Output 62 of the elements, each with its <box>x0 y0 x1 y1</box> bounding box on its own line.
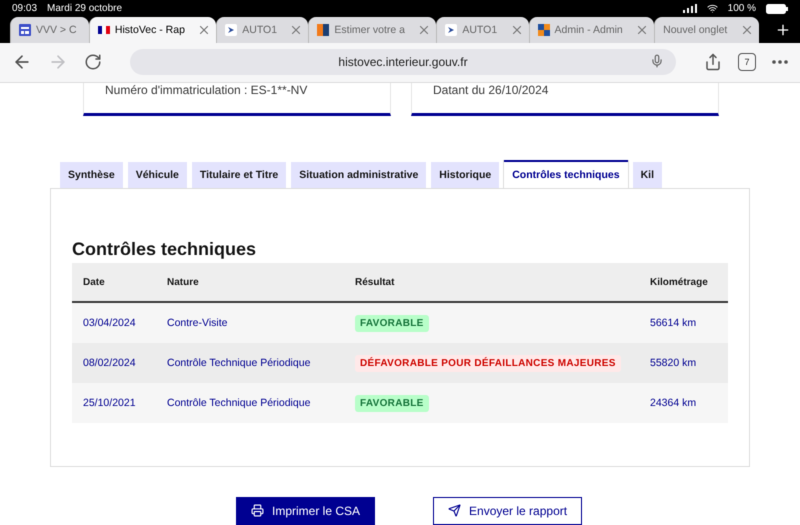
column-header: Date <box>83 276 106 288</box>
square-logo-icon <box>317 24 330 36</box>
send-button[interactable]: Envoyer le rapport <box>433 496 582 525</box>
date-cell-text: 25/10/2021 <box>83 397 137 410</box>
nature-cell-text: Contrôle Technique Périodique <box>167 397 312 410</box>
tab-title: Admin - Admin <box>554 24 624 36</box>
result-badge: FAVORABLE <box>355 394 429 412</box>
date-cell-text: 03/04/2024 <box>83 317 137 330</box>
section-tab[interactable]: Véhicule <box>128 162 187 188</box>
reload-button[interactable] <box>84 53 102 72</box>
browser-tab[interactable]: Admin - Admin <box>528 17 654 44</box>
tab-title: AUTO1 <box>242 24 278 36</box>
battery-percent: 100 % <box>728 3 756 14</box>
date-text: Mardi 29 octobre <box>47 3 122 14</box>
section-tab[interactable]: Historique <box>431 162 500 188</box>
address-bar[interactable]: histovec.interieur.gouv.fr <box>130 49 676 76</box>
tab-count-button[interactable]: 7 <box>738 53 756 72</box>
flag-icon <box>98 26 110 34</box>
microphone-icon[interactable] <box>650 54 664 68</box>
section-title: Contrôles techniques <box>72 239 258 260</box>
section-tab[interactable]: Synthèse <box>60 162 123 188</box>
arrow-logo-icon <box>225 24 238 36</box>
card-text: Datant du 26/10/2024 <box>433 82 548 97</box>
column-header: Kilométrage <box>650 276 709 288</box>
clock-time: 09:03 <box>12 3 38 14</box>
arrow-logo-icon <box>445 24 458 36</box>
result-badge: FAVORABLE <box>355 314 429 332</box>
browser-tab[interactable]: VVV > C <box>10 17 89 44</box>
more-icon <box>772 60 788 64</box>
section-tab[interactable]: Contrôles techniques <box>504 160 628 188</box>
tab-title: VVV > C <box>36 24 78 36</box>
date-cell-text: 08/02/2024 <box>83 357 137 370</box>
signal-icon <box>682 4 697 14</box>
nature-cell-text: Contre-Visite <box>167 317 228 330</box>
grid-icon <box>19 24 31 36</box>
section-tab[interactable]: Situation administrative <box>291 162 426 188</box>
browser-tab[interactable]: AUTO1 <box>436 17 528 44</box>
nature-cell-text: Contrôle Technique Périodique <box>167 357 312 370</box>
section-tab[interactable]: Titulaire et Titre <box>192 162 286 188</box>
mileage-cell-text: 55820 km <box>650 357 698 370</box>
result-badge: DÉFAVORABLE POUR DÉFAILLANCES MAJEURES <box>355 354 621 372</box>
battery-icon <box>766 4 788 14</box>
tab-title: Nouvel onglet <box>663 24 728 36</box>
browser-tab[interactable]: Estimer votre a <box>308 17 436 44</box>
more-button[interactable] <box>772 60 788 64</box>
section-tab[interactable]: Kil <box>632 162 662 188</box>
print-button[interactable]: Imprimer le CSA <box>236 496 376 525</box>
browser-tab[interactable]: AUTO1 <box>216 17 308 44</box>
tab-title: Estimer votre a <box>334 24 406 36</box>
column-header: Nature <box>167 276 200 288</box>
mileage-cell-text: 56614 km <box>650 317 698 330</box>
tab-title: HistoVec - Rap <box>114 24 186 36</box>
browser-tab[interactable]: HistoVec - Rap <box>88 17 216 44</box>
printer-icon <box>251 504 264 518</box>
tab-title: AUTO1 <box>462 24 498 36</box>
browser-tab[interactable]: Nouvel onglet <box>654 17 759 44</box>
checker-icon <box>538 24 550 36</box>
column-header: Résultat <box>355 276 396 288</box>
card-text: Numéro d'immatriculation : ES-1**-NV <box>105 82 308 97</box>
send-icon <box>448 504 462 518</box>
share-button[interactable] <box>704 53 722 72</box>
mileage-cell-text: 24364 km <box>650 397 698 410</box>
